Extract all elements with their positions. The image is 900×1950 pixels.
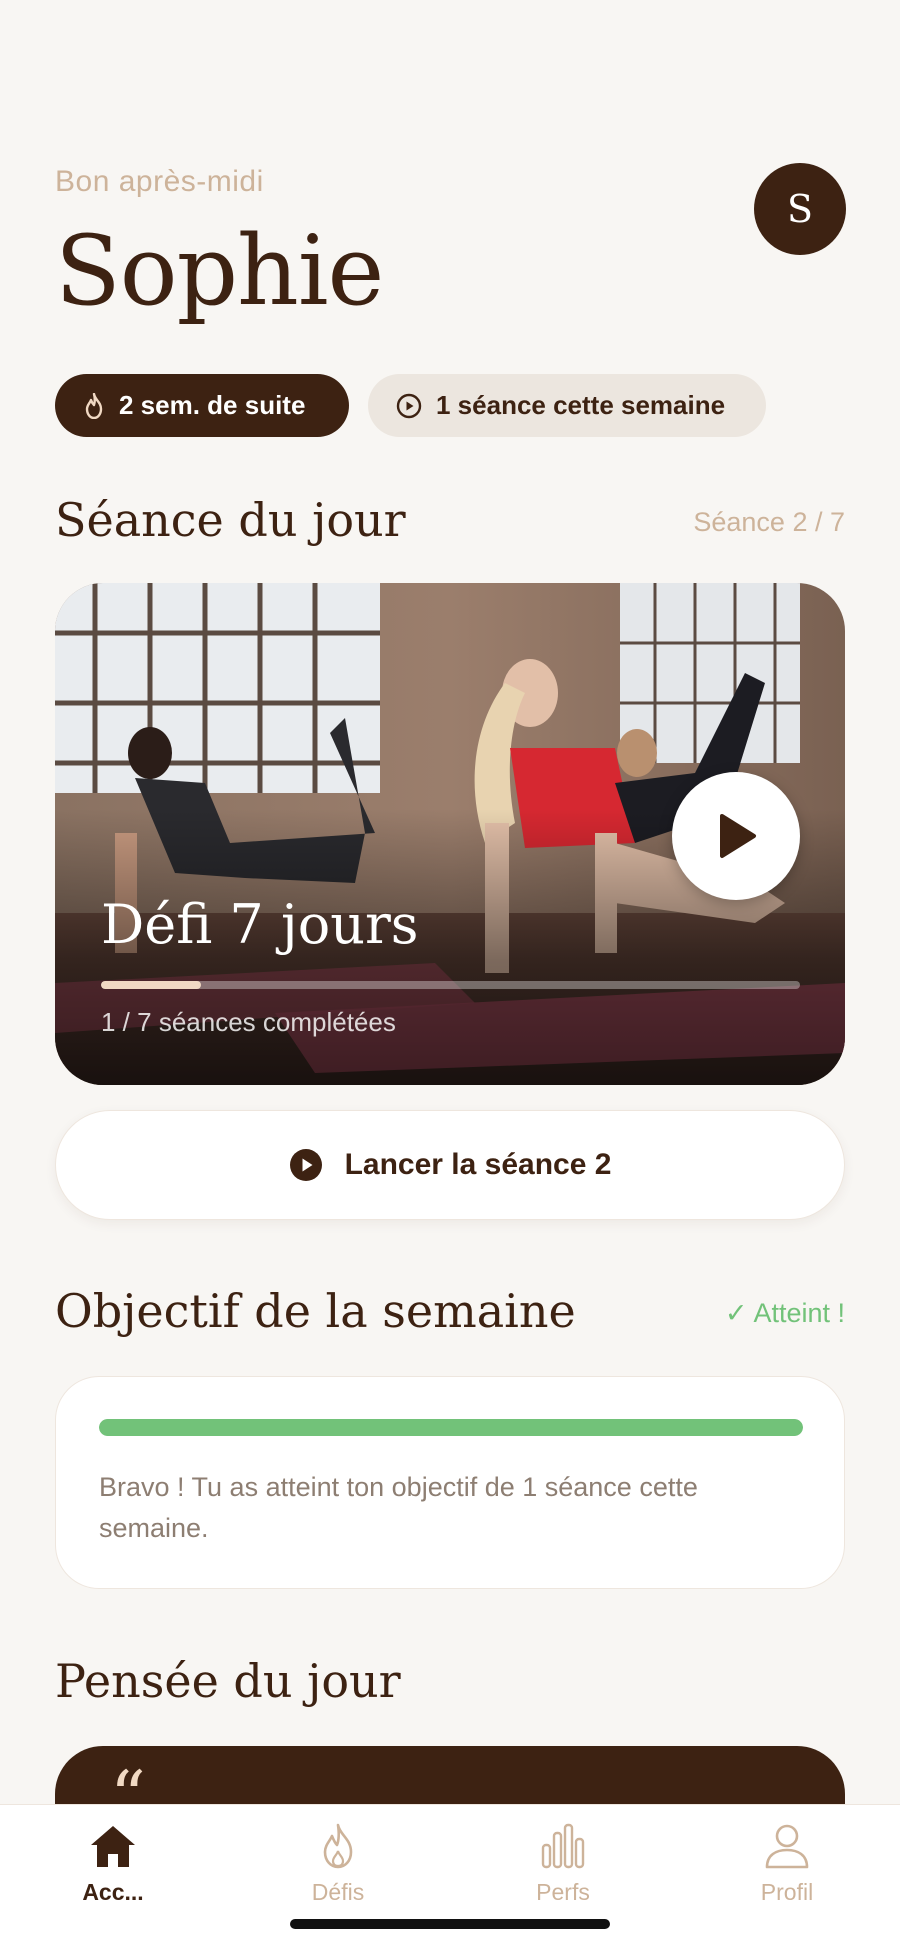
streak-label: 2 sem. de suite (119, 390, 306, 420)
tab-performance[interactable]: Perfs (488, 1823, 638, 1906)
goal-progress-fill (99, 1419, 803, 1436)
tab-challenges[interactable]: Défis (263, 1823, 413, 1906)
challenge-progress-bar (101, 981, 800, 989)
avatar[interactable]: S (754, 163, 846, 255)
greeting-text: Bon après-midi (55, 165, 264, 198)
bar-chart-icon (541, 1823, 585, 1869)
play-circle-filled-icon (289, 1149, 322, 1181)
streak-pill: 2 sem. de suite (55, 374, 349, 437)
challenge-card[interactable]: Défi 7 jours 1 / 7 séances complétées (55, 583, 845, 1085)
weekly-sessions-pill: 1 séance cette semaine (368, 374, 766, 437)
tab-challenges-label: Défis (311, 1879, 365, 1905)
challenge-progress-fill (101, 981, 201, 989)
profile-icon (765, 1824, 809, 1869)
launch-session-button[interactable]: Lancer la séance 2 (55, 1110, 845, 1220)
tab-home[interactable]: Acc... (38, 1823, 188, 1906)
home-screen: Bon après-midi Sophie S 2 sem. de suite … (0, 0, 900, 1950)
home-indicator (290, 1919, 610, 1929)
flame-icon (323, 1823, 353, 1869)
session-counter: Séance 2 / 7 (693, 507, 845, 537)
launch-session-label: Lancer la séance 2 (344, 1148, 612, 1181)
play-circle-icon (396, 393, 422, 418)
goal-progress-bar (99, 1419, 803, 1436)
tab-performance-label: Perfs (536, 1879, 590, 1905)
today-section-title: Séance du jour (55, 493, 406, 547)
user-name: Sophie (55, 215, 384, 327)
goal-status: ✓ Atteint ! (724, 1298, 845, 1328)
tab-profile-label: Profil (760, 1879, 814, 1905)
goal-message: Bravo ! Tu as atteint ton objectif de 1 … (99, 1472, 698, 1543)
flame-icon (85, 392, 103, 419)
avatar-initial: S (786, 187, 814, 231)
tab-profile[interactable]: Profil (712, 1823, 862, 1906)
weekly-goal-card: Bravo ! Tu as atteint ton objectif de 1 … (55, 1376, 845, 1589)
home-icon (91, 1826, 135, 1867)
thought-section-title: Pensée du jour (55, 1654, 401, 1708)
weekly-goal-title: Objectif de la semaine (55, 1284, 576, 1338)
play-button[interactable] (672, 772, 800, 900)
challenge-title: Défi 7 jours (101, 893, 419, 956)
challenge-progress-caption: 1 / 7 séances complétées (101, 1007, 396, 1037)
play-icon (720, 814, 756, 858)
weekly-sessions-label: 1 séance cette semaine (436, 390, 726, 420)
tab-home-label: Acc... (82, 1879, 144, 1905)
